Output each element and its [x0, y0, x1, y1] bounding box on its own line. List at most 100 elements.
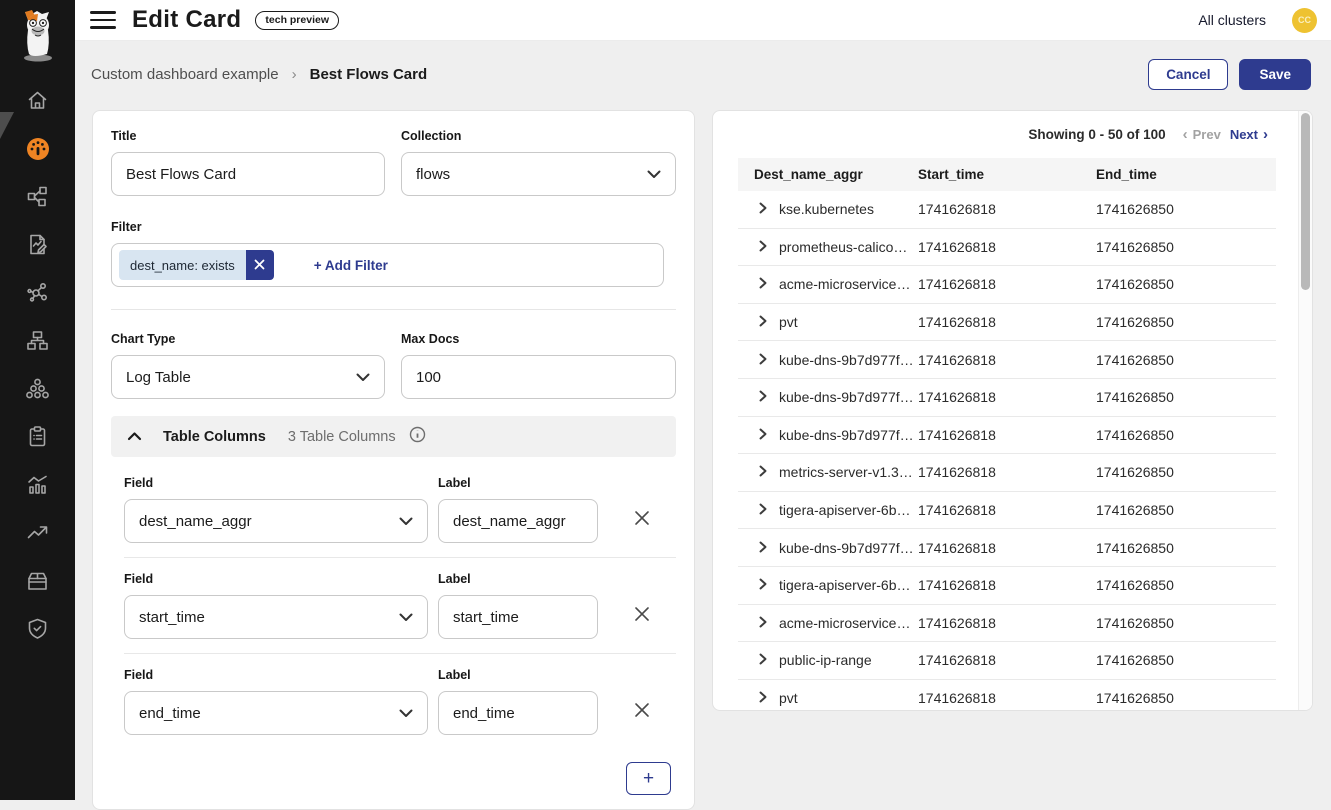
- row-expand-chevron-icon[interactable]: [759, 615, 767, 631]
- table-header-row: Dest_name_aggr Start_time End_time: [738, 158, 1276, 191]
- table-row[interactable]: pvt 1741626818 1741626850: [738, 680, 1276, 711]
- table-row[interactable]: metrics-server-v1.3… 1741626818 17416268…: [738, 454, 1276, 492]
- cluster-selector[interactable]: All clusters: [1198, 12, 1266, 28]
- end-time-cell: 1741626850: [1096, 502, 1276, 518]
- network-tree-icon: [26, 329, 49, 357]
- collapse-chevron-up-icon[interactable]: [127, 428, 142, 446]
- end-time-cell: 1741626850: [1096, 577, 1276, 593]
- column-header: Dest_name_aggr: [738, 167, 918, 182]
- remove-column-button[interactable]: [608, 572, 676, 639]
- sidebar-item-statistics[interactable]: [0, 463, 75, 511]
- prev-page-button[interactable]: ‹ Prev: [1183, 127, 1221, 142]
- chevron-down-icon: [399, 609, 413, 626]
- table-row[interactable]: acme-microservice… 1741626818 1741626850: [738, 605, 1276, 643]
- start-time-cell: 1741626818: [918, 540, 1096, 556]
- cancel-button[interactable]: Cancel: [1148, 59, 1228, 90]
- label-input[interactable]: [438, 691, 598, 735]
- row-expand-chevron-icon[interactable]: [759, 201, 767, 217]
- sidebar-item-packages[interactable]: [0, 559, 75, 607]
- row-expand-chevron-icon[interactable]: [759, 427, 767, 443]
- start-time-cell: 1741626818: [918, 652, 1096, 668]
- chevron-down-icon: [356, 369, 370, 386]
- field-label: Field: [124, 572, 428, 586]
- sidebar-item-service-graph[interactable]: [0, 271, 75, 319]
- end-time-cell: 1741626850: [1096, 464, 1276, 480]
- sidebar-item-clusters[interactable]: [0, 367, 75, 415]
- breadcrumb-parent[interactable]: Custom dashboard example: [91, 66, 279, 83]
- max-docs-input[interactable]: [401, 355, 676, 399]
- remove-filter-button[interactable]: [246, 250, 274, 280]
- row-expand-chevron-icon[interactable]: [759, 502, 767, 518]
- stats-chart-icon: [26, 473, 49, 501]
- row-expand-chevron-icon[interactable]: [759, 389, 767, 405]
- table-row[interactable]: tigera-apiserver-6b… 1741626818 17416268…: [738, 492, 1276, 530]
- row-expand-chevron-icon[interactable]: [759, 276, 767, 292]
- row-expand-chevron-icon[interactable]: [759, 464, 767, 480]
- table-columns-section-header[interactable]: Table Columns 3 Table Columns: [111, 416, 676, 457]
- row-expand-chevron-icon[interactable]: [759, 690, 767, 706]
- label-input[interactable]: [438, 499, 598, 543]
- table-row[interactable]: kse.kubernetes 1741626818 1741626850: [738, 191, 1276, 229]
- sidebar-item-compliance-reports[interactable]: [0, 415, 75, 463]
- package-box-icon: [26, 569, 49, 597]
- chevron-right-icon: ›: [1263, 127, 1268, 142]
- sidebar-item-policies[interactable]: [0, 223, 75, 271]
- preview-scrollbar-thumb[interactable]: [1301, 113, 1310, 290]
- table-row[interactable]: kube-dns-9b7d977f… 1741626818 1741626850: [738, 529, 1276, 567]
- cluster-circles-icon: [26, 377, 49, 405]
- start-time-cell: 1741626818: [918, 239, 1096, 255]
- pagination-bar: Showing 0 - 50 of 100 ‹ Prev Next ›: [713, 111, 1312, 158]
- row-expand-chevron-icon[interactable]: [759, 352, 767, 368]
- dest-name-cell: kube-dns-9b7d977f…: [779, 427, 914, 443]
- next-page-button[interactable]: Next ›: [1230, 127, 1268, 142]
- table-row[interactable]: acme-microservice… 1741626818 1741626850: [738, 266, 1276, 304]
- dest-name-cell: prometheus-calico…: [779, 239, 907, 255]
- table-row[interactable]: public-ip-range 1741626818 1741626850: [738, 642, 1276, 680]
- calico-cat-logo: [15, 6, 61, 69]
- info-icon[interactable]: [409, 426, 426, 448]
- field-select[interactable]: dest_name_aggr: [124, 499, 428, 543]
- column-header: Start_time: [918, 167, 1096, 182]
- preview-scrollbar-track[interactable]: [1298, 111, 1312, 710]
- table-row[interactable]: kube-dns-9b7d977f… 1741626818 1741626850: [738, 417, 1276, 455]
- row-expand-chevron-icon[interactable]: [759, 239, 767, 255]
- table-row[interactable]: prometheus-calico… 1741626818 1741626850: [738, 229, 1276, 267]
- field-select[interactable]: start_time: [124, 595, 428, 639]
- title-input[interactable]: [111, 152, 385, 196]
- end-time-cell: 1741626850: [1096, 352, 1276, 368]
- remove-column-button[interactable]: [608, 476, 676, 543]
- start-time-cell: 1741626818: [918, 615, 1096, 631]
- chart-type-select[interactable]: Log Table: [111, 355, 385, 399]
- field-label: Field: [124, 476, 428, 490]
- home-icon: [26, 89, 49, 117]
- table-columns-title: Table Columns: [163, 429, 266, 445]
- add-column-button[interactable]: +: [626, 762, 671, 795]
- table-row[interactable]: tigera-apiserver-6b… 1741626818 17416268…: [738, 567, 1276, 605]
- row-expand-chevron-icon[interactable]: [759, 314, 767, 330]
- sidebar-item-network-topology[interactable]: [0, 319, 75, 367]
- save-button[interactable]: Save: [1239, 59, 1311, 90]
- row-expand-chevron-icon[interactable]: [759, 540, 767, 556]
- hamburger-menu-icon[interactable]: [90, 11, 116, 29]
- collection-select[interactable]: flows: [401, 152, 676, 196]
- sidebar-item-security[interactable]: [0, 607, 75, 655]
- field-select[interactable]: end_time: [124, 691, 428, 735]
- filter-box[interactable]: dest_name: exists + Add Filter: [111, 243, 664, 287]
- divider: [111, 309, 676, 310]
- table-row[interactable]: kube-dns-9b7d977f… 1741626818 1741626850: [738, 341, 1276, 379]
- label-input[interactable]: [438, 595, 598, 639]
- close-icon: [634, 510, 650, 531]
- sidebar-item-trends[interactable]: [0, 511, 75, 559]
- table-column-editor-row: Field start_time Label: [124, 557, 676, 653]
- add-filter-button[interactable]: + Add Filter: [314, 258, 388, 273]
- table-row[interactable]: pvt 1741626818 1741626850: [738, 304, 1276, 342]
- table-row[interactable]: kube-dns-9b7d977f… 1741626818 1741626850: [738, 379, 1276, 417]
- row-expand-chevron-icon[interactable]: [759, 652, 767, 668]
- dest-name-cell: kube-dns-9b7d977f…: [779, 352, 914, 368]
- chart-type-label: Chart Type: [111, 332, 385, 346]
- avatar[interactable]: CC: [1292, 8, 1317, 33]
- row-expand-chevron-icon[interactable]: [759, 577, 767, 593]
- remove-column-button[interactable]: [608, 668, 676, 735]
- dest-name-cell: public-ip-range: [779, 652, 872, 668]
- sidebar-item-network-flows[interactable]: [0, 175, 75, 223]
